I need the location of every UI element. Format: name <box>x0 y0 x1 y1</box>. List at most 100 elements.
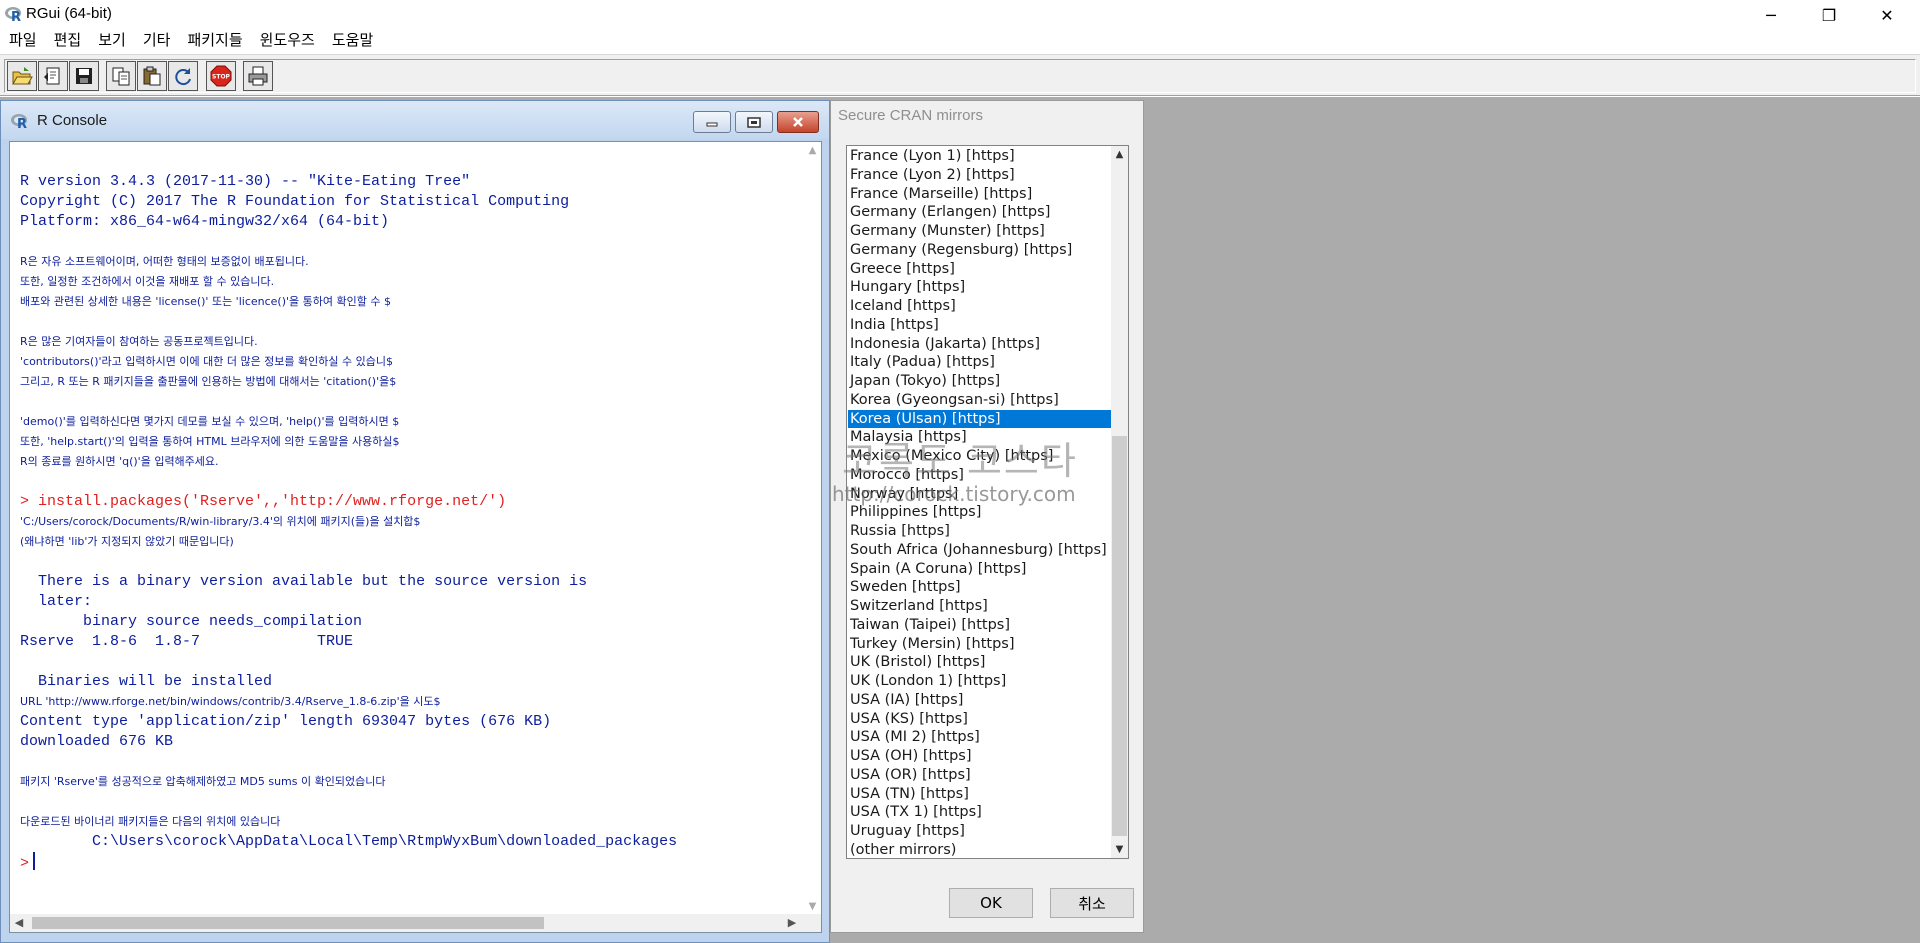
cran-mirror-item[interactable]: Morocco [https] <box>848 466 1111 485</box>
scroll-down-icon[interactable]: ▼ <box>804 898 821 915</box>
cran-mirror-item[interactable]: Korea (Gyeongsan-si) [https] <box>848 391 1111 410</box>
open-script-button[interactable] <box>7 61 37 91</box>
console-prompt[interactable]: > <box>20 852 800 872</box>
cran-list-scroll-thumb[interactable] <box>1112 436 1127 836</box>
cran-mirror-item[interactable]: (other mirrors) <box>848 841 1111 858</box>
scroll-up-icon[interactable]: ▲ <box>804 142 821 159</box>
close-icon <box>793 117 803 127</box>
print-button[interactable] <box>243 61 273 91</box>
cran-mirror-item[interactable]: Turkey (Mersin) [https] <box>848 635 1111 654</box>
console-vertical-scrollbar[interactable]: ▲ ▼ <box>804 142 821 915</box>
cran-mirror-item[interactable]: UK (Bristol) [https] <box>848 653 1111 672</box>
cran-mirror-item[interactable]: Uruguay [https] <box>848 822 1111 841</box>
toolbar: STOP <box>0 54 1920 96</box>
cran-mirror-item[interactable]: USA (IA) [https] <box>848 691 1111 710</box>
cran-mirror-item[interactable]: India [https] <box>848 316 1111 335</box>
cancel-button[interactable]: 취소 <box>1050 888 1134 918</box>
cran-mirror-item[interactable]: USA (OH) [https] <box>848 747 1111 766</box>
r-logo-icon: R <box>11 114 27 129</box>
cran-mirror-item[interactable]: Russia [https] <box>848 522 1111 541</box>
scroll-left-icon[interactable]: ◀ <box>10 914 28 932</box>
cran-mirror-item[interactable]: Iceland [https] <box>848 297 1111 316</box>
console-line: There is a binary version available but … <box>20 573 588 590</box>
console-line: Binaries will be installed <box>20 673 273 690</box>
cran-mirror-item[interactable]: USA (TX 1) [https] <box>848 803 1111 822</box>
cran-mirror-item[interactable]: USA (TN) [https] <box>848 785 1111 804</box>
scroll-right-icon[interactable]: ▶ <box>783 914 801 932</box>
cran-mirror-item[interactable]: Greece [https] <box>848 260 1111 279</box>
console-minimize-button[interactable] <box>693 111 731 133</box>
cran-mirror-item[interactable]: Spain (A Coruna) [https] <box>848 560 1111 579</box>
console-line: 또한, 일정한 조건하에서 이것을 재배포 할 수 있습니다. <box>20 275 275 288</box>
cran-mirror-item[interactable]: Korea (Ulsan) [https] <box>848 409 1111 429</box>
cran-mirror-item[interactable]: Germany (Munster) [https] <box>848 222 1111 241</box>
r-console-title-bar[interactable]: R R Console <box>1 101 829 139</box>
cran-mirror-item[interactable]: Switzerland [https] <box>848 597 1111 616</box>
menu-edit[interactable]: 편집 <box>45 30 90 54</box>
restore-button[interactable]: ❐ <box>1806 0 1852 30</box>
console-line: 그리고, R 또는 R 패키지들을 출판물에 인용하는 방법에 대해서는 'ci… <box>20 375 397 388</box>
menu-file[interactable]: 파일 <box>0 30 45 54</box>
cran-mirror-item[interactable]: France (Lyon 2) [https] <box>848 166 1111 185</box>
cran-mirror-item[interactable]: USA (MI 2) [https] <box>848 728 1111 747</box>
scroll-up-icon[interactable]: ▲ <box>1111 146 1128 163</box>
cran-mirror-item[interactable]: France (Lyon 1) [https] <box>848 147 1111 166</box>
cran-mirror-item[interactable]: Philippines [https] <box>848 503 1111 522</box>
cran-mirror-item[interactable]: France (Marseille) [https] <box>848 185 1111 204</box>
cran-mirror-item[interactable]: South Africa (Johannesburg) [https] <box>848 541 1111 560</box>
cran-mirror-item[interactable]: Germany (Regensburg) [https] <box>848 241 1111 260</box>
console-line: R은 자유 소프트웨어이며, 어떠한 형태의 보증없이 배포됩니다. <box>20 255 309 268</box>
console-line: Copyright (C) 2017 The R Foundation for … <box>20 193 570 210</box>
save-button[interactable] <box>69 61 99 91</box>
cran-mirror-item[interactable]: Italy (Padua) [https] <box>848 353 1111 372</box>
cran-mirror-item[interactable]: Indonesia (Jakarta) [https] <box>848 335 1111 354</box>
cran-mirror-item[interactable]: Germany (Erlangen) [https] <box>848 203 1111 222</box>
cran-mirror-item[interactable]: Japan (Tokyo) [https] <box>848 372 1111 391</box>
cran-mirror-item[interactable]: Taiwan (Taipei) [https] <box>848 616 1111 635</box>
menu-misc[interactable]: 기타 <box>134 30 179 54</box>
console-line: R의 종료를 원하시면 'q()'을 입력해주세요. <box>20 455 219 468</box>
cran-mirror-item[interactable]: UK (London 1) [https] <box>848 672 1111 691</box>
console-line: later: <box>20 593 93 610</box>
cran-mirror-item[interactable]: Mexico (Mexico City) [https] <box>848 447 1111 466</box>
menu-packages[interactable]: 패키지들 <box>178 30 250 54</box>
ok-button[interactable]: OK <box>949 888 1033 918</box>
paste-button[interactable] <box>137 61 167 91</box>
cran-mirror-item[interactable]: USA (KS) [https] <box>848 710 1111 729</box>
close-button[interactable]: ✕ <box>1864 0 1910 30</box>
menu-view[interactable]: 보기 <box>89 30 134 54</box>
svg-text:R: R <box>11 10 21 22</box>
cran-mirror-item[interactable]: Hungary [https] <box>848 278 1111 297</box>
cran-list-scrollbar[interactable]: ▲ ▼ <box>1111 146 1128 858</box>
console-close-button[interactable] <box>777 111 819 133</box>
refresh-button[interactable] <box>168 61 198 91</box>
minimize-button[interactable]: ─ <box>1748 0 1794 30</box>
console-line: URL 'http://www.rforge.net/bin/windows/c… <box>20 695 441 708</box>
stop-button[interactable]: STOP <box>206 61 236 91</box>
menu-help[interactable]: 도움말 <box>323 30 381 54</box>
copy-button[interactable] <box>106 61 136 91</box>
console-horizontal-scrollbar[interactable]: ◀ ▶ <box>10 914 821 932</box>
scroll-down-icon[interactable]: ▼ <box>1111 841 1128 858</box>
r-console-title: R Console <box>37 112 108 129</box>
console-output-area[interactable]: R version 3.4.3 (2017-11-30) -- "Kite-Ea… <box>9 141 822 933</box>
cran-mirror-item[interactable]: Norway [https] <box>848 485 1111 504</box>
load-workspace-button[interactable] <box>38 61 68 91</box>
console-horizontal-scroll-thumb[interactable] <box>32 917 544 929</box>
cran-mirror-list[interactable]: France (Lyon 1) [https] France (Lyon 2) [… <box>846 145 1129 859</box>
menu-windows[interactable]: 윈도우즈 <box>251 30 323 54</box>
cran-mirror-item[interactable]: Malaysia [https] <box>848 428 1111 447</box>
cran-mirror-item[interactable]: USA (OR) [https] <box>848 766 1111 785</box>
stop-icon: STOP <box>210 65 232 87</box>
console-maximize-button[interactable] <box>735 111 773 133</box>
cran-mirror-dialog: Secure CRAN mirrors France (Lyon 1) [htt… <box>830 100 1144 933</box>
paste-icon <box>143 66 161 86</box>
cran-mirror-item[interactable]: Sweden [https] <box>848 578 1111 597</box>
console-line: > install.packages('Rserve',,'http://www… <box>20 493 507 510</box>
console-line: R version 3.4.3 (2017-11-30) -- "Kite-Ea… <box>20 173 471 190</box>
menu-bar: 파일 편집 보기 기타 패키지들 윈도우즈 도움말 <box>0 30 1920 54</box>
